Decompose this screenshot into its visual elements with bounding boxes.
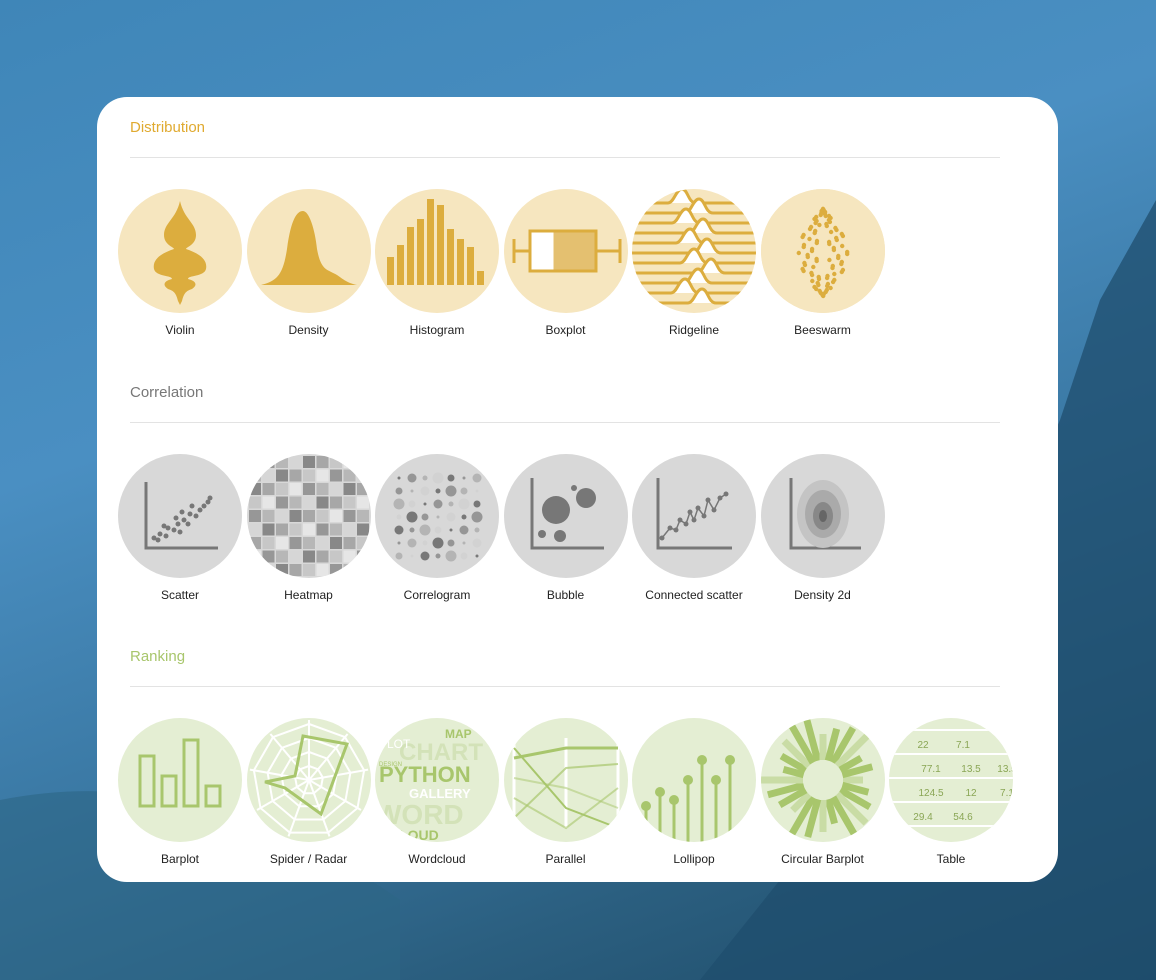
chart-type-wordcloud[interactable]: MAP CHART PYTHON GALLERY WORD CLOUD DESI… bbox=[373, 718, 501, 866]
bubble-icon[interactable] bbox=[503, 454, 628, 578]
chart-type-table[interactable]: 22 7.1 77.1 13.5 13.5 124.5 12 7.1 29.4 54.6 Table bbox=[887, 718, 1015, 866]
svg-text:13.5: 13.5 bbox=[961, 764, 981, 775]
chart-type-label[interactable]: Boxplot bbox=[502, 323, 630, 337]
chart-type-heatmap[interactable]: Heatmap bbox=[245, 454, 373, 602]
table-icon[interactable]: 22 7.1 77.1 13.5 13.5 124.5 12 7.1 29.4 54.6 bbox=[889, 718, 1013, 842]
chart-type-connected-scatter[interactable]: Connected scatter bbox=[630, 454, 758, 602]
chart-type-label[interactable]: Density bbox=[245, 323, 373, 337]
scatter-icon[interactable] bbox=[118, 454, 242, 578]
svg-text:DESIGN: DESIGN bbox=[379, 762, 402, 768]
section-divider bbox=[130, 157, 1000, 158]
chart-type-label[interactable]: Correlogram bbox=[373, 588, 501, 602]
svg-text:54.6: 54.6 bbox=[953, 812, 973, 823]
svg-text:77.1: 77.1 bbox=[921, 764, 941, 775]
chart-type-density-2d[interactable]: Density 2d bbox=[759, 454, 887, 602]
chart-type-label[interactable]: Scatter bbox=[116, 588, 244, 602]
chart-type-label[interactable]: Beeswarm bbox=[759, 323, 887, 337]
chart-type-ridgeline[interactable]: Ridgeline bbox=[630, 189, 758, 337]
svg-text:29.4: 29.4 bbox=[913, 812, 933, 823]
radar-icon[interactable] bbox=[246, 718, 371, 842]
chart-type-label[interactable]: Barplot bbox=[116, 852, 244, 866]
svg-text:12: 12 bbox=[965, 788, 977, 799]
chart-type-barplot[interactable]: Barplot bbox=[116, 718, 244, 866]
chart-type-spider-radar[interactable]: Spider / Radar bbox=[245, 718, 373, 866]
chart-type-label[interactable]: Density 2d bbox=[759, 588, 887, 602]
boxplot-icon[interactable] bbox=[503, 189, 628, 313]
chart-type-label[interactable]: Histogram bbox=[373, 323, 501, 337]
density-icon[interactable] bbox=[246, 189, 371, 313]
chart-type-circular-barplot[interactable]: Circular Barplot bbox=[759, 718, 887, 866]
svg-text:13.5: 13.5 bbox=[997, 764, 1013, 775]
chart-type-violin[interactable]: Violin bbox=[116, 189, 244, 337]
chart-type-label[interactable]: Violin bbox=[116, 323, 244, 337]
violin-icon[interactable] bbox=[118, 189, 242, 313]
ridgeline-icon[interactable] bbox=[632, 189, 756, 313]
histogram-icon[interactable] bbox=[375, 189, 499, 313]
chart-type-label[interactable]: Heatmap bbox=[245, 588, 373, 602]
circular-barplot-icon[interactable] bbox=[760, 718, 885, 842]
chart-type-label[interactable]: Wordcloud bbox=[373, 852, 501, 866]
section-title: Ranking bbox=[130, 648, 186, 665]
chart-type-scatter[interactable]: Scatter bbox=[116, 454, 244, 602]
chart-type-label[interactable]: Spider / Radar bbox=[245, 852, 373, 866]
chart-type-parallel[interactable]: Parallel bbox=[502, 718, 630, 866]
svg-text:PLOT: PLOT bbox=[379, 737, 411, 751]
svg-text:124.5: 124.5 bbox=[918, 788, 943, 799]
svg-text:7.1: 7.1 bbox=[1000, 788, 1013, 799]
chart-type-label[interactable]: Circular Barplot bbox=[759, 852, 887, 866]
svg-text:7.1: 7.1 bbox=[956, 740, 970, 751]
chart-type-bubble[interactable]: Bubble bbox=[502, 454, 630, 602]
chart-type-label[interactable]: Parallel bbox=[502, 852, 630, 866]
chart-type-label[interactable]: Table bbox=[887, 852, 1015, 866]
wordcloud-icon[interactable]: MAP CHART PYTHON GALLERY WORD CLOUD DESI… bbox=[375, 718, 499, 842]
density-2d-icon[interactable] bbox=[760, 454, 885, 578]
section-divider bbox=[130, 686, 1000, 687]
chart-type-histogram[interactable]: Histogram bbox=[373, 189, 501, 337]
lollipop-icon[interactable] bbox=[632, 718, 756, 842]
connected-scatter-icon[interactable] bbox=[632, 454, 756, 578]
svg-text:WORD: WORD bbox=[375, 799, 464, 830]
parallel-icon[interactable] bbox=[503, 718, 628, 842]
svg-text:22: 22 bbox=[917, 740, 929, 751]
chart-type-label[interactable]: Ridgeline bbox=[630, 323, 758, 337]
beeswarm-icon[interactable] bbox=[760, 189, 885, 313]
chart-type-correlogram[interactable]: Correlogram bbox=[373, 454, 501, 602]
chart-type-boxplot[interactable]: Boxplot bbox=[502, 189, 630, 337]
section-divider bbox=[130, 422, 1000, 423]
chart-type-beeswarm[interactable]: Beeswarm bbox=[759, 189, 887, 337]
chart-type-lollipop[interactable]: Lollipop bbox=[630, 718, 758, 866]
correlogram-icon[interactable] bbox=[375, 454, 499, 578]
heatmap-icon[interactable] bbox=[246, 454, 371, 578]
svg-text:CLOUD: CLOUD bbox=[389, 827, 439, 842]
section-title: Distribution bbox=[130, 119, 206, 136]
chart-type-label[interactable]: Connected scatter bbox=[630, 588, 758, 602]
chart-type-label[interactable]: Lollipop bbox=[630, 852, 758, 866]
chart-type-density[interactable]: Density bbox=[245, 189, 373, 337]
chart-type-label[interactable]: Bubble bbox=[502, 588, 630, 602]
barplot-icon[interactable] bbox=[118, 718, 242, 842]
section-title: Correlation bbox=[130, 384, 204, 401]
chart-gallery-card: Distribution Violin Density Histogram Boxplo… bbox=[97, 97, 1058, 882]
